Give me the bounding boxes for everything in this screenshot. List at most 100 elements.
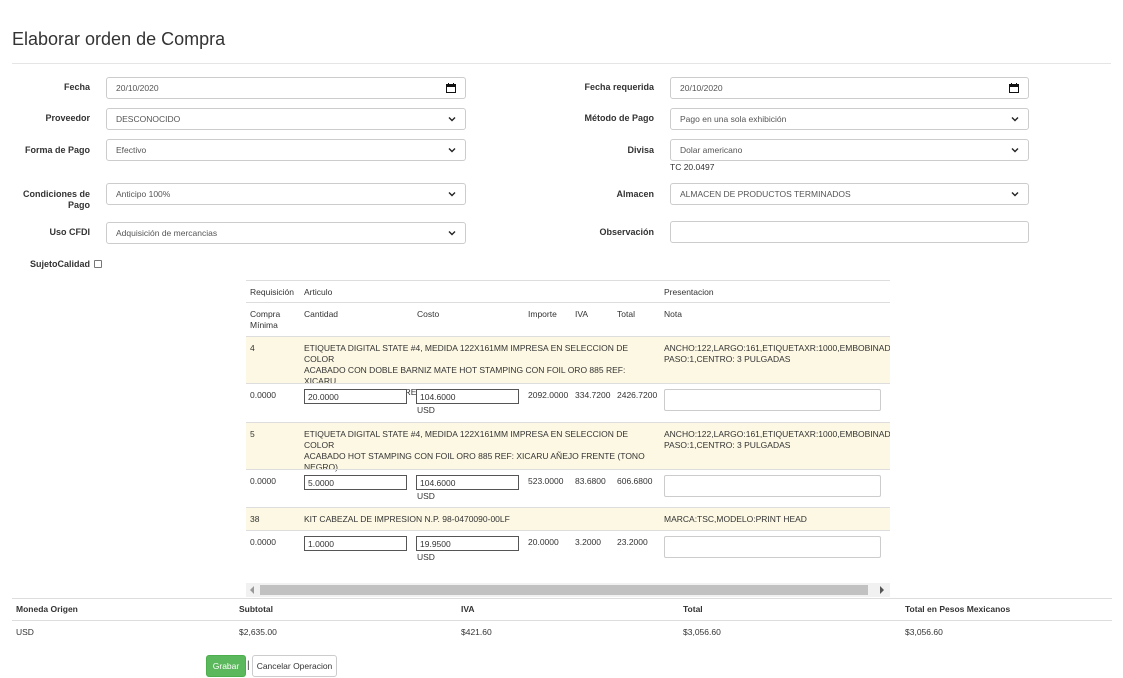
fecha-label: Fecha [63, 82, 90, 92]
grabar-button[interactable]: Grabar [206, 655, 246, 677]
total-cell: 2426.7200 [617, 390, 658, 400]
table-horizontal-scrollbar[interactable] [246, 583, 890, 597]
totals-header-total-mxn: Total en Pesos Mexicanos [905, 604, 1011, 614]
scroll-right-icon[interactable] [879, 586, 885, 596]
nota-input[interactable] [664, 389, 881, 411]
proveedor-label: Proveedor [45, 113, 90, 123]
compra-minima-cell: 0.0000 [250, 476, 276, 486]
tipo-cambio-text: TC 20.0497 [670, 162, 715, 172]
table-border [246, 302, 890, 303]
costo-input[interactable]: 19.9500 [416, 536, 519, 551]
uso-cfdi-value: Adquisición de mercancias [116, 228, 218, 238]
calendar-icon[interactable] [1009, 83, 1019, 93]
importe-cell: 20.0000 [528, 537, 559, 547]
th-iva: IVA [575, 309, 589, 319]
actions-separator: | [247, 660, 250, 671]
items-table: Requisición Articulo Presentacion Compra… [246, 280, 890, 580]
fecha-requerida-value: 20/10/2020 [680, 83, 723, 93]
nota-input[interactable] [664, 536, 881, 558]
chevron-down-icon [448, 146, 456, 154]
compra-minima-cell: 0.0000 [250, 537, 276, 547]
table-row: 38 KIT CABEZAL DE IMPRESION N.P. 98-0470… [246, 508, 890, 530]
totals-iva-value: $421.60 [461, 627, 492, 637]
moneda-cell: USD [417, 552, 435, 562]
table-border [246, 280, 890, 281]
almacen-label: Almacen [616, 189, 654, 199]
fecha-input[interactable]: 20/10/2020 [106, 77, 466, 99]
th-total: Total [617, 309, 635, 319]
totals-subtotal-value: $2,635.00 [239, 627, 277, 637]
articulo-line: ETIQUETA DIGITAL STATE #4, MEDIDA 122X16… [304, 343, 629, 364]
chevron-down-icon [1011, 190, 1019, 198]
divisa-select[interactable]: Dolar americano [670, 139, 1029, 161]
presentacion-line: ANCHO:122,LARGO:161,ETIQUETAXR:1000,EMBO… [664, 429, 890, 439]
articulo-cell: KIT CABEZAL DE IMPRESION N.P. 98-0470090… [304, 514, 510, 524]
fecha-requerida-label: Fecha requerida [584, 82, 654, 92]
table-border [246, 530, 890, 531]
presentacion-line: PASO:1,CENTRO: 3 PULGADAS [664, 440, 791, 450]
condiciones-pago-label-line2: Pago [67, 200, 90, 210]
total-cell: 606.6800 [617, 476, 653, 486]
moneda-cell: USD [417, 405, 435, 415]
presentacion-cell: ANCHO:122,LARGO:161,ETIQUETAXR:1000,EMBO… [664, 429, 890, 451]
table-border [246, 469, 890, 470]
th-costo: Costo [417, 309, 440, 319]
th-articulo: Articulo [304, 287, 333, 297]
scrollbar-thumb[interactable] [260, 585, 868, 595]
proveedor-select[interactable]: DESCONOCIDO [106, 108, 466, 130]
uso-cfdi-select[interactable]: Adquisición de mercancias [106, 222, 466, 244]
nota-input[interactable] [664, 475, 881, 497]
chevron-down-icon [448, 115, 456, 123]
condiciones-pago-label-line1: Condiciones de [22, 189, 90, 199]
cantidad-input[interactable]: 20.0000 [304, 389, 407, 404]
th-compra-minima: Compra Mínima [250, 309, 280, 331]
sujeto-calidad-checkbox[interactable] [94, 260, 102, 268]
articulo-cell: ETIQUETA DIGITAL STATE #4, MEDIDA 122X16… [304, 429, 654, 473]
th-compra-minima-line2: Mínima [250, 320, 278, 330]
calendar-icon[interactable] [446, 83, 456, 93]
importe-cell: 523.0000 [528, 476, 564, 486]
totals-header-subtotal: Subtotal [239, 604, 273, 614]
cantidad-input[interactable]: 5.0000 [304, 475, 407, 490]
forma-pago-select[interactable]: Efectivo [106, 139, 466, 161]
totals-header-iva: IVA [461, 604, 475, 614]
almacen-select[interactable]: ALMACEN DE PRODUCTOS TERMINADOS [670, 183, 1029, 205]
almacen-value: ALMACEN DE PRODUCTOS TERMINADOS [680, 189, 851, 199]
metodo-pago-label: Método de Pago [584, 113, 655, 123]
scroll-left-icon[interactable] [249, 586, 255, 596]
condiciones-pago-select[interactable]: Anticipo 100% [106, 183, 466, 205]
total-cell: 23.2000 [617, 537, 648, 547]
forma-pago-value: Efectivo [116, 145, 147, 155]
totals-border [12, 620, 1112, 621]
costo-input[interactable]: 104.6000 [416, 389, 519, 404]
compra-minima-cell: 0.0000 [250, 390, 276, 400]
forma-pago-label: Forma de Pago [24, 145, 90, 155]
chevron-down-icon [448, 190, 456, 198]
table-row: 5 ETIQUETA DIGITAL STATE #4, MEDIDA 122X… [246, 423, 890, 472]
articulo-line: ETIQUETA DIGITAL STATE #4, MEDIDA 122X16… [304, 429, 629, 450]
metodo-pago-select[interactable]: Pago en una sola exhibición [670, 108, 1029, 130]
costo-input[interactable]: 104.6000 [416, 475, 519, 490]
presentacion-cell: ANCHO:122,LARGO:161,ETIQUETAXR:1000,EMBO… [664, 343, 890, 365]
th-nota: Nota [664, 309, 682, 319]
chevron-down-icon [1011, 115, 1019, 123]
moneda-cell: USD [417, 491, 435, 501]
fecha-requerida-input[interactable]: 20/10/2020 [670, 77, 1029, 99]
requisicion-cell: 4 [250, 343, 255, 353]
requisicion-cell: 5 [250, 429, 255, 439]
metodo-pago-value: Pago en una sola exhibición [680, 114, 787, 124]
th-presentacion: Presentacion [664, 287, 714, 297]
presentacion-line: PASO:1,CENTRO: 3 PULGADAS [664, 354, 791, 364]
th-importe: Importe [528, 309, 557, 319]
th-requisicion: Requisición [250, 287, 294, 297]
table-border [246, 383, 890, 384]
iva-cell: 83.6800 [575, 476, 606, 486]
totals-header-moneda: Moneda Origen [16, 604, 78, 614]
cancelar-operacion-button[interactable]: Cancelar Operacion [252, 655, 337, 677]
divisa-value: Dolar americano [680, 145, 743, 155]
cantidad-input[interactable]: 1.0000 [304, 536, 407, 551]
condiciones-pago-value: Anticipo 100% [116, 189, 171, 199]
requisicion-cell: 38 [250, 514, 260, 524]
importe-cell: 2092.0000 [528, 390, 569, 400]
observacion-input[interactable] [670, 221, 1029, 243]
